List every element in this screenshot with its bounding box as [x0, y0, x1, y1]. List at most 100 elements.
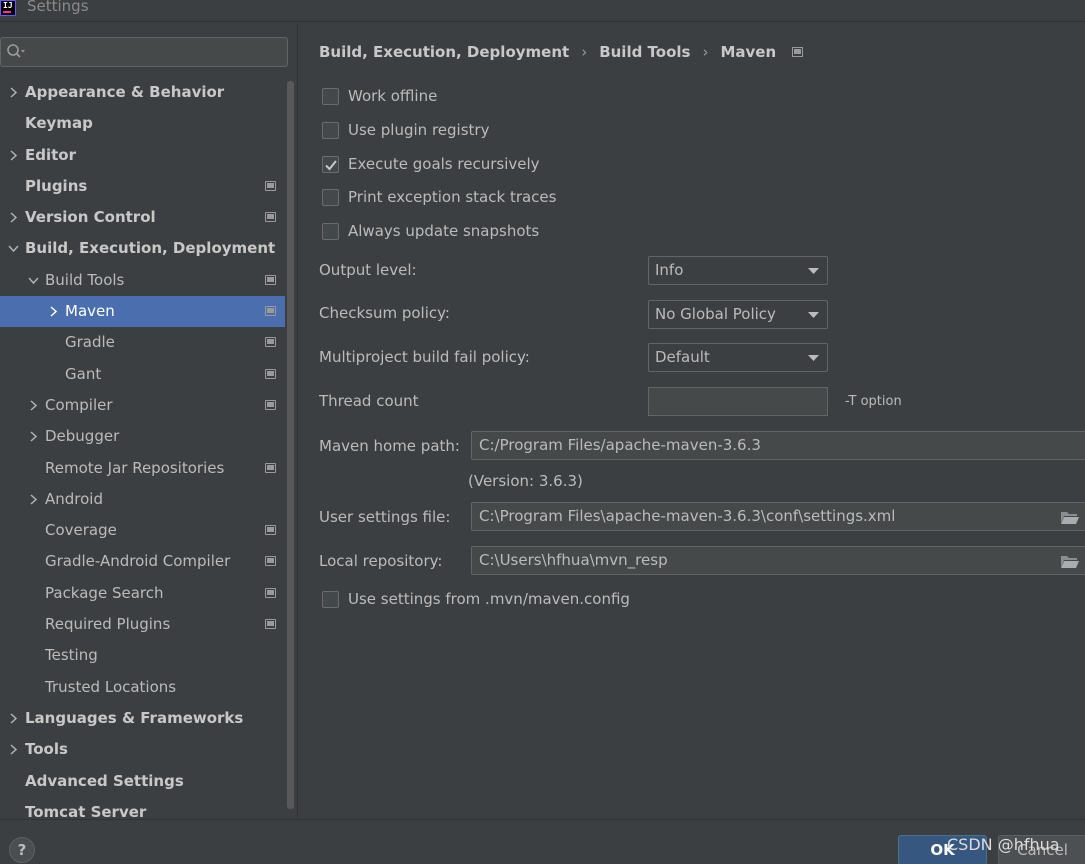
maven-home-path-value: C:/Program Files/apache-maven-3.6.3: [479, 436, 761, 454]
chevron-down-icon[interactable]: [26, 265, 40, 296]
tree-item-build-tools[interactable]: Build Tools: [0, 265, 285, 296]
search-input[interactable]: [29, 41, 281, 63]
user-settings-file-field[interactable]: C:\Program Files\apache-maven-3.6.3\conf…: [471, 502, 1085, 531]
work-offline-checkbox[interactable]: [322, 88, 339, 105]
tree-item-label: Trusted Locations: [45, 677, 177, 696]
checksum-policy-dropdown[interactable]: No Global Policy: [648, 300, 828, 329]
breadcrumb-item-build-tools[interactable]: Build Tools: [599, 43, 690, 61]
title-bar: IJ Settings: [0, 0, 1085, 22]
tree-item-label: Compiler: [45, 395, 113, 414]
output-level-label: Output level:: [319, 261, 417, 279]
tree-item-debugger[interactable]: Debugger: [0, 421, 285, 452]
maven-home-path-label: Maven home path:: [319, 437, 460, 455]
use-mvn-config-checkbox[interactable]: [322, 591, 339, 608]
tree-item-label: Advanced Settings: [25, 771, 184, 790]
tree-item-label: Gradle: [65, 333, 115, 352]
tree-item-build-execution-deployment[interactable]: Build, Execution, Deployment: [0, 233, 285, 264]
user-settings-file-value: C:\Program Files\apache-maven-3.6.3\conf…: [479, 507, 896, 525]
tree-item-coverage[interactable]: Coverage: [0, 515, 285, 546]
execute-goals-recursively-label: Execute goals recursively: [348, 155, 540, 173]
tree-item-label: Languages & Frameworks: [25, 708, 244, 727]
tree-item-keymap[interactable]: Keymap: [0, 108, 285, 139]
project-scope-icon: [792, 46, 804, 57]
watermark-text: CSDN @hfhua: [947, 835, 1060, 854]
tree-item-trusted-locations[interactable]: Trusted Locations: [0, 672, 285, 703]
sidebar-scrollbar[interactable]: [287, 81, 294, 809]
tree-item-label: Build Tools: [45, 270, 125, 289]
tree-item-label: Plugins: [25, 176, 88, 195]
print-exception-stack-traces-checkbox[interactable]: [322, 189, 339, 206]
checkmark-icon: [325, 160, 337, 171]
project-scope-icon: [265, 274, 276, 285]
always-update-snapshots-checkbox[interactable]: [322, 223, 339, 240]
dropdown-arrow-icon: [808, 268, 819, 274]
tree-item-testing[interactable]: Testing: [0, 640, 285, 671]
breadcrumb-item-maven: Maven: [720, 43, 777, 61]
chevron-right-icon[interactable]: [26, 421, 40, 452]
search-icon[interactable]: [5, 41, 27, 63]
execute-goals-recursively-checkbox[interactable]: [322, 156, 339, 173]
tree-item-advanced-settings[interactable]: Advanced Settings: [0, 766, 285, 797]
tree-item-label: Tools: [25, 740, 68, 759]
multiproject-fail-policy-dropdown[interactable]: Default: [648, 343, 828, 372]
user-settings-file-label: User settings file:: [319, 508, 451, 526]
project-scope-icon: [265, 587, 276, 598]
checksum-policy-value: No Global Policy: [655, 305, 776, 323]
chevron-right-icon[interactable]: [6, 77, 20, 108]
project-scope-icon: [265, 337, 276, 348]
chevron-right-icon[interactable]: [26, 390, 40, 421]
chevron-right-icon[interactable]: [6, 140, 20, 171]
tree-item-plugins[interactable]: Plugins: [0, 171, 285, 202]
dropdown-arrow-icon: [808, 312, 819, 318]
tree-item-label: Gant: [65, 364, 102, 383]
local-repository-label: Local repository:: [319, 552, 443, 570]
thread-count-input[interactable]: [648, 387, 828, 416]
chevron-right-icon[interactable]: [6, 202, 20, 233]
maven-home-path-combo[interactable]: C:/Program Files/apache-maven-3.6.3: [471, 431, 1085, 460]
chevron-right-icon[interactable]: [6, 703, 20, 734]
project-scope-icon: [265, 368, 276, 379]
project-scope-icon: [265, 525, 276, 536]
local-repository-field[interactable]: C:\Users\hfhua\mvn_resp: [471, 546, 1085, 575]
tree-item-editor[interactable]: Editor: [0, 140, 285, 171]
tree-item-tools[interactable]: Tools: [0, 734, 285, 765]
project-scope-icon: [265, 462, 276, 473]
settings-tree: Appearance & Behavior Keymap Editor Plugins…: [0, 77, 285, 828]
tree-item-gradle-android-compiler[interactable]: Gradle-Android Compiler: [0, 546, 285, 577]
help-button[interactable]: ?: [9, 837, 35, 863]
breadcrumb-item-build-execution-deployment[interactable]: Build, Execution, Deployment: [319, 43, 569, 61]
multiproject-fail-policy-label: Multiproject build fail policy:: [319, 348, 530, 366]
output-level-dropdown[interactable]: Info: [648, 256, 828, 285]
tree-item-android[interactable]: Android: [0, 484, 285, 515]
tree-item-languages-frameworks[interactable]: Languages & Frameworks: [0, 703, 285, 734]
tree-item-gant[interactable]: Gant: [0, 359, 285, 390]
chevron-right-icon[interactable]: [46, 296, 60, 327]
breadcrumb: Build, Execution, Deployment › Build Tools…: [319, 43, 804, 63]
tree-item-label: Remote Jar Repositories: [45, 458, 225, 477]
tree-item-label: Testing: [45, 646, 98, 665]
tree-item-remote-jar-repositories[interactable]: Remote Jar Repositories: [0, 453, 285, 484]
tree-item-label: Maven: [65, 302, 115, 321]
tree-item-compiler[interactable]: Compiler: [0, 390, 285, 421]
tree-item-package-search[interactable]: Package Search: [0, 578, 285, 609]
window-title: Settings: [27, 0, 89, 15]
tree-item-required-plugins[interactable]: Required Plugins: [0, 609, 285, 640]
tree-item-label: Editor: [25, 145, 76, 164]
folder-open-icon[interactable]: [1060, 510, 1080, 525]
use-plugin-registry-checkbox[interactable]: [322, 122, 339, 139]
dropdown-arrow-icon: [808, 355, 819, 361]
tree-item-label: Build, Execution, Deployment: [25, 239, 276, 258]
tree-item-gradle[interactable]: Gradle: [0, 327, 285, 358]
project-scope-icon: [265, 619, 276, 630]
always-update-snapshots-label: Always update snapshots: [348, 222, 540, 240]
folder-open-icon[interactable]: [1060, 554, 1080, 569]
project-scope-icon: [265, 212, 276, 223]
search-box[interactable]: [0, 37, 288, 67]
breadcrumb-separator: ›: [702, 43, 709, 61]
tree-item-maven[interactable]: Maven: [0, 296, 285, 328]
tree-item-version-control[interactable]: Version Control: [0, 202, 285, 233]
chevron-right-icon[interactable]: [6, 734, 20, 765]
chevron-down-icon[interactable]: [6, 233, 20, 264]
tree-item-appearance-behavior[interactable]: Appearance & Behavior: [0, 77, 285, 108]
chevron-right-icon[interactable]: [26, 484, 40, 515]
